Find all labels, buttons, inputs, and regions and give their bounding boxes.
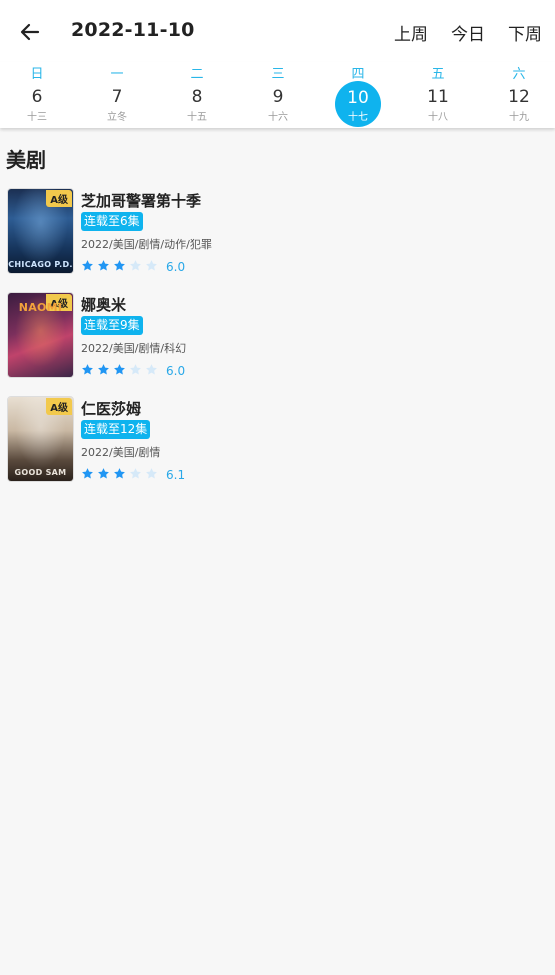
episode-badge: 连载至9集 (81, 316, 143, 335)
star-icon (114, 468, 125, 479)
star-icon (82, 468, 93, 479)
star-rating (81, 259, 158, 272)
show-meta: 2022/美国/剧情/科幻 (81, 342, 187, 355)
star-icon (114, 364, 125, 375)
weekday-label: 五 (431, 67, 445, 82)
grade-badge: A级 (46, 190, 72, 207)
calendar-day[interactable]: 五 11 十八 (398, 62, 478, 128)
top-bar: 2022-11-10 上周 今日 下周 (0, 0, 555, 62)
poster-caption: NAOMI (18, 301, 63, 314)
back-button[interactable] (14, 16, 46, 48)
next-week-button[interactable]: 下周 (508, 20, 542, 45)
day-number: 6 (31, 87, 43, 107)
calendar-day[interactable]: 三 9 十六 (238, 62, 318, 128)
star-icon (98, 364, 109, 375)
day-number: 9 (272, 87, 284, 107)
arrow-left-icon (20, 23, 40, 41)
lunar-date: 立冬 (107, 112, 127, 123)
show-item[interactable]: A级 GOOD SAM 仁医莎姆 连载至12集 2022/美国/剧情 6.1 (7, 396, 547, 484)
day-number: 7 (111, 87, 123, 107)
week-calendar: 日 6 十三 一 7 立冬 二 8 十五 三 9 十六 四 10 十七 五 11… (0, 62, 555, 128)
show-title: 仁医莎姆 (81, 400, 142, 418)
weekday-label: 二 (190, 67, 204, 82)
poster-caption: CHICAGO P.D. (8, 260, 73, 269)
calendar-day[interactable]: 二 8 十五 (157, 62, 237, 128)
weekday-label: 三 (271, 67, 285, 82)
section-title: 美剧 (6, 148, 46, 172)
day-number: 10 (347, 88, 369, 108)
lunar-date: 十六 (268, 112, 288, 123)
show-score: 6.0 (166, 260, 186, 274)
show-poster: A级 GOOD SAM (7, 396, 74, 482)
star-icon (146, 364, 157, 375)
show-poster: A级 CHICAGO P.D. (7, 188, 74, 274)
star-icon (82, 260, 93, 271)
star-icon (98, 260, 109, 271)
star-icon (130, 260, 141, 271)
calendar-day[interactable]: 日 6 十三 (0, 62, 77, 128)
show-score: 6.0 (166, 364, 186, 378)
weekday-label: 四 (351, 67, 365, 82)
calendar-day-selected[interactable]: 四 10 十七 (318, 62, 398, 128)
poster-caption: GOOD SAM (14, 468, 67, 477)
prev-week-button[interactable]: 上周 (394, 20, 428, 45)
show-title: 娜奥米 (81, 296, 127, 314)
lunar-date: 十八 (428, 112, 448, 123)
day-number: 11 (427, 87, 449, 107)
show-score: 6.1 (166, 468, 186, 482)
today-button[interactable]: 今日 (451, 20, 485, 45)
lunar-date: 十五 (187, 112, 207, 123)
star-icon (130, 364, 141, 375)
weekday-label: 六 (512, 67, 526, 82)
show-item[interactable]: A级 CHICAGO P.D. 芝加哥警署第十季 连载至6集 2022/美国/剧… (7, 188, 547, 276)
show-meta: 2022/美国/剧情 (81, 446, 161, 459)
show-title: 芝加哥警署第十季 (81, 192, 202, 210)
episode-badge: 连载至12集 (81, 420, 151, 439)
calendar-day[interactable]: 六 12 十九 (479, 62, 555, 128)
star-icon (130, 468, 141, 479)
star-icon (98, 468, 109, 479)
star-icon (146, 468, 157, 479)
show-poster: A级 NAOMI (7, 292, 74, 378)
day-number: 8 (191, 87, 203, 107)
lunar-date: 十三 (27, 112, 47, 123)
weekday-label: 日 (30, 67, 44, 82)
grade-badge: A级 (46, 398, 72, 415)
page-title: 2022-11-10 (71, 19, 195, 41)
show-item[interactable]: A级 NAOMI 娜奥米 连载至9集 2022/美国/剧情/科幻 6.0 (7, 292, 547, 380)
calendar-day[interactable]: 一 7 立冬 (77, 62, 157, 128)
day-number: 12 (508, 87, 530, 107)
episode-badge: 连载至6集 (81, 212, 143, 231)
star-icon (82, 364, 93, 375)
weekday-label: 一 (110, 67, 124, 82)
show-meta: 2022/美国/剧情/动作/犯罪 (81, 238, 212, 251)
lunar-date: 十九 (509, 112, 529, 123)
star-rating (81, 363, 158, 376)
star-rating (81, 467, 158, 480)
star-icon (114, 260, 125, 271)
lunar-date: 十七 (348, 112, 368, 123)
star-icon (146, 260, 157, 271)
